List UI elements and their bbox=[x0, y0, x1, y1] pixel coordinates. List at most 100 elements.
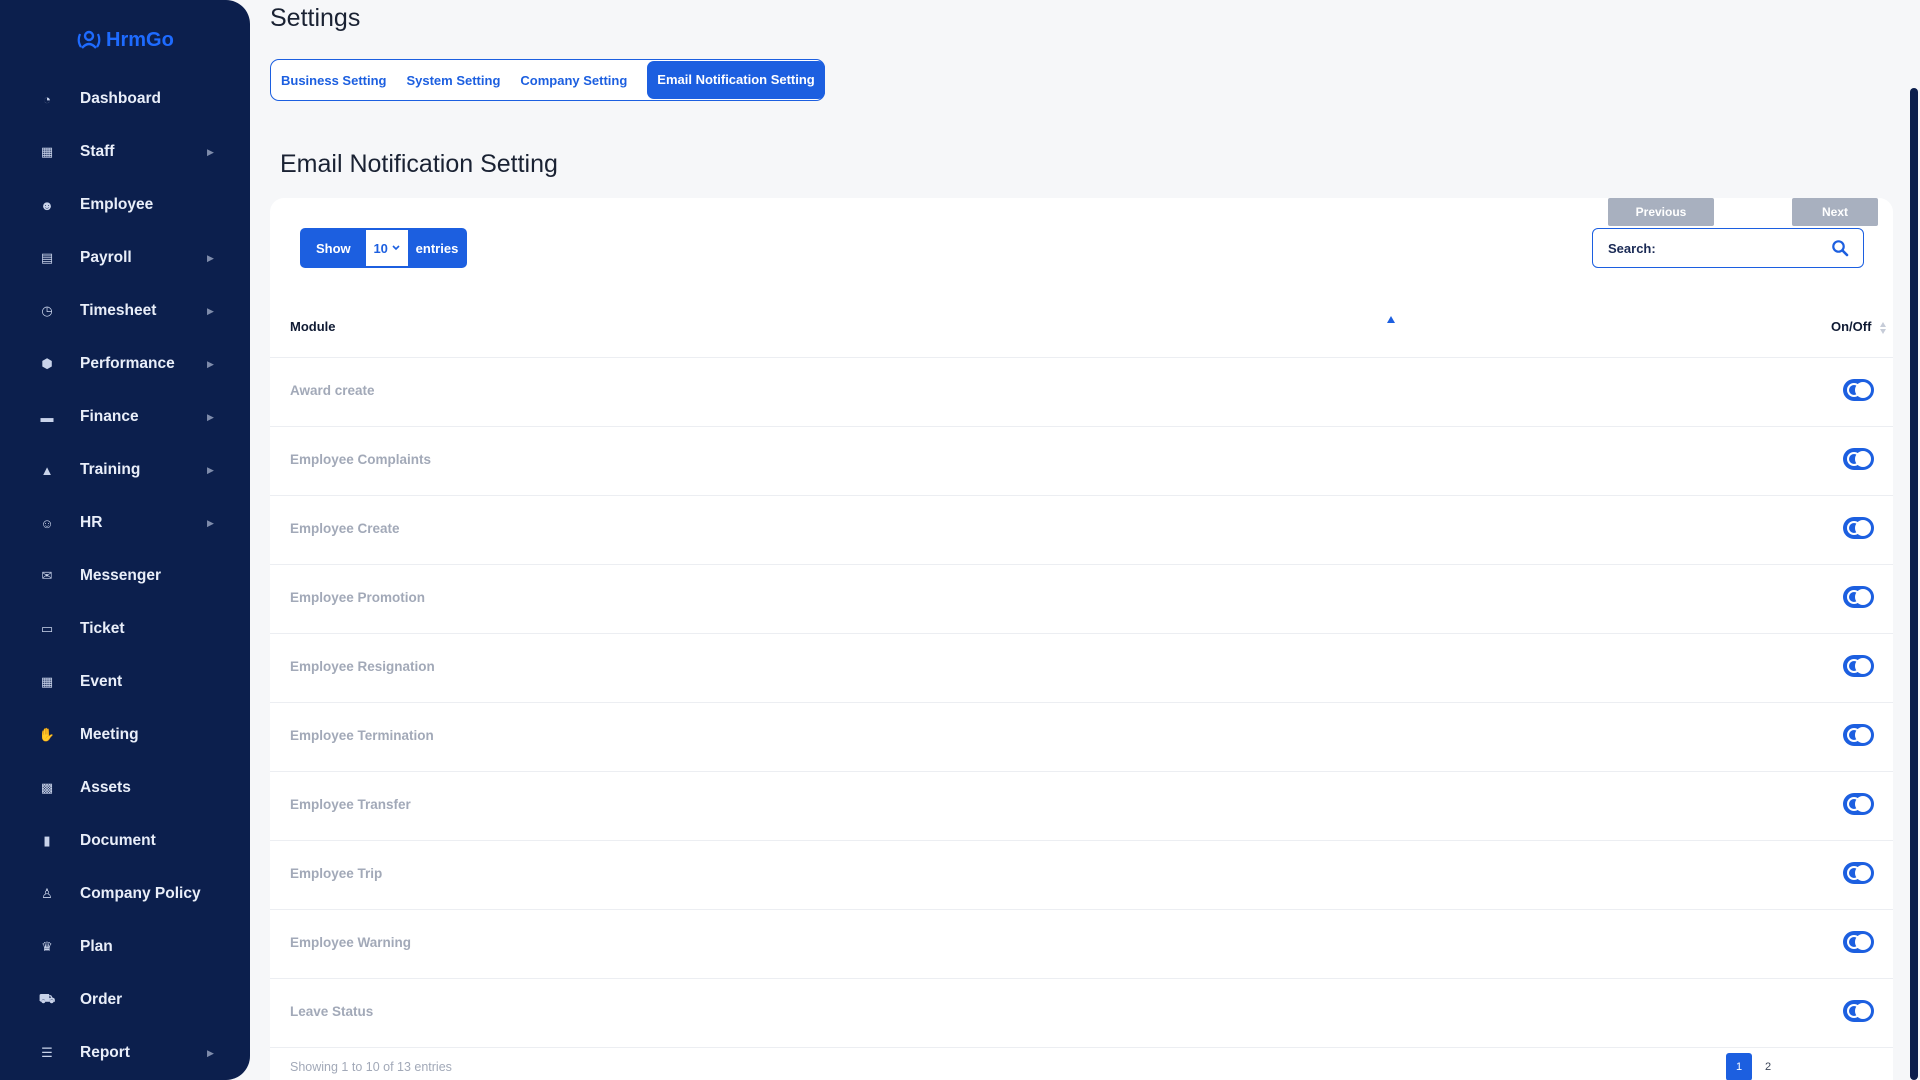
module-name: Employee Warning bbox=[290, 935, 412, 950]
sort-ascending-icon[interactable] bbox=[1387, 316, 1395, 323]
notification-toggle[interactable] bbox=[1843, 586, 1874, 608]
sidebar-item-timesheet[interactable]: ◷ Timesheet ▶ bbox=[0, 289, 250, 333]
next-button[interactable]: Next bbox=[1792, 198, 1878, 226]
sidebar-item-document[interactable]: ▮ Document bbox=[0, 819, 250, 863]
notification-toggle[interactable] bbox=[1843, 655, 1874, 677]
notification-toggle[interactable] bbox=[1843, 448, 1874, 470]
search-input[interactable]: Search: bbox=[1592, 228, 1864, 268]
wallet-icon: ▬ bbox=[40, 409, 54, 425]
sidebar: HrmGo ◔ Dashboard ▦ Staff ▶ ☻ Employee ▤ Payroll… bbox=[0, 0, 250, 1080]
page-title: Settings bbox=[270, 4, 361, 32]
users-icon: ☻ bbox=[40, 197, 54, 213]
clock-icon: ◷ bbox=[41, 303, 53, 318]
entries-select[interactable]: 10 bbox=[365, 230, 408, 266]
chevron-right-icon: ▶ bbox=[207, 464, 214, 475]
table-info: Showing 1 to 10 of 13 entries bbox=[290, 1060, 452, 1074]
tab-system-setting[interactable]: System Setting bbox=[406, 73, 510, 88]
toggle-knob bbox=[1855, 520, 1871, 536]
table-row: Leave Status bbox=[270, 979, 1893, 1048]
sidebar-item-event[interactable]: ▦ Event bbox=[0, 660, 250, 704]
scrollbar-thumb[interactable] bbox=[1910, 88, 1918, 1080]
sidebar-item-employee[interactable]: ☻ Employee bbox=[0, 183, 250, 227]
notification-toggle[interactable] bbox=[1843, 862, 1874, 884]
calculator-icon: ▩ bbox=[40, 780, 54, 795]
sidebar-item-messenger[interactable]: ✉ Messenger bbox=[0, 554, 250, 598]
sort-icon[interactable] bbox=[1880, 322, 1886, 336]
module-name: Employee Create bbox=[290, 521, 400, 536]
module-name: Employee Resignation bbox=[290, 659, 435, 674]
sidebar-item-staff[interactable]: ▦ Staff ▶ bbox=[0, 130, 250, 174]
sidebar-item-payroll[interactable]: ▤ Payroll ▶ bbox=[0, 236, 250, 280]
sidebar-item-company-policy[interactable]: ♙ Company Policy bbox=[0, 872, 250, 916]
sidebar-item-meeting[interactable]: ✋ Meeting bbox=[0, 713, 250, 757]
page-scrollbar[interactable] bbox=[1908, 0, 1920, 1080]
notification-toggle[interactable] bbox=[1843, 1000, 1874, 1022]
toggle-knob bbox=[1855, 589, 1871, 605]
notification-toggle[interactable] bbox=[1843, 517, 1874, 539]
sidebar-item-label: Employee bbox=[80, 196, 154, 213]
sidebar-item-label: Event bbox=[80, 673, 123, 690]
module-name: Employee Trip bbox=[290, 866, 383, 881]
sidebar-item-training[interactable]: ▲ Training ▶ bbox=[0, 448, 250, 492]
sidebar-item-hr[interactable]: ☺ HR ▶ bbox=[0, 501, 250, 545]
page-2-button[interactable]: 2 bbox=[1760, 1053, 1776, 1080]
table-row: Employee Complaints bbox=[270, 427, 1893, 496]
toggle-knob bbox=[1855, 1003, 1871, 1019]
module-name: Employee Complaints bbox=[290, 452, 432, 467]
sidebar-item-label: HR bbox=[80, 514, 103, 531]
page-1-button[interactable]: 1 bbox=[1726, 1053, 1752, 1080]
sidebar-item-label: Assets bbox=[80, 779, 131, 796]
sidebar-item-plan[interactable]: ♛ Plan bbox=[0, 925, 250, 969]
notification-toggle[interactable] bbox=[1843, 793, 1874, 815]
chevron-right-icon: ▶ bbox=[207, 358, 214, 369]
notification-toggle[interactable] bbox=[1843, 931, 1874, 953]
module-name: Employee Termination bbox=[290, 728, 434, 743]
notification-toggle[interactable] bbox=[1843, 724, 1874, 746]
entries-length-control: Show 10 entries bbox=[300, 228, 467, 268]
sidebar-item-label: Timesheet bbox=[80, 302, 157, 319]
previous-button[interactable]: Previous bbox=[1608, 198, 1714, 226]
staff-icon: ▦ bbox=[40, 144, 54, 159]
chevron-right-icon: ▶ bbox=[207, 411, 214, 422]
sidebar-item-dashboard[interactable]: ◔ Dashboard bbox=[0, 77, 250, 121]
module-name: Employee Transfer bbox=[290, 797, 411, 812]
sidebar-item-label: Performance bbox=[80, 355, 175, 372]
toggle-knob bbox=[1855, 451, 1871, 467]
column-header-module[interactable]: Module bbox=[290, 319, 336, 334]
sidebar-item-finance[interactable]: ▬ Finance ▶ bbox=[0, 395, 250, 439]
entries-label: entries bbox=[415, 240, 459, 256]
toggle-knob bbox=[1855, 658, 1871, 674]
calendar-icon: ▦ bbox=[40, 674, 54, 689]
sidebar-item-assets[interactable]: ▩ Assets bbox=[0, 766, 250, 810]
search-icon[interactable] bbox=[1831, 239, 1849, 257]
toggle-knob bbox=[1855, 727, 1871, 743]
sidebar-item-performance[interactable]: ⬢ Performance ▶ bbox=[0, 342, 250, 386]
tab-email-notification-setting[interactable]: Email Notification Setting bbox=[647, 61, 825, 99]
notification-toggle[interactable] bbox=[1843, 379, 1874, 401]
table-row: Employee Resignation bbox=[270, 634, 1893, 703]
search-label: Search: bbox=[1608, 240, 1656, 256]
table-row: Employee Warning bbox=[270, 910, 1893, 979]
sidebar-item-label: Meeting bbox=[80, 726, 139, 743]
file-icon: ▮ bbox=[43, 833, 51, 848]
trophy-icon: ♛ bbox=[41, 939, 53, 954]
show-label: Show bbox=[316, 240, 351, 256]
tab-company-setting[interactable]: Company Setting bbox=[520, 73, 637, 88]
sidebar-item-label: Finance bbox=[80, 408, 139, 425]
chevron-right-icon: ▶ bbox=[207, 305, 214, 316]
sidebar-item-label: Ticket bbox=[80, 620, 125, 637]
sidebar-item-report[interactable]: ☰ Report ▶ bbox=[0, 1031, 250, 1075]
sidebar-item-label: Training bbox=[80, 461, 141, 478]
column-header-onoff[interactable]: On/Off bbox=[1831, 319, 1871, 334]
table-header: Module On/Off bbox=[270, 298, 1893, 358]
sidebar-item-order[interactable]: ⛟ Order bbox=[0, 978, 250, 1022]
sidebar-item-label: Payroll bbox=[80, 249, 132, 266]
sidebar-item-label: Order bbox=[80, 991, 123, 1008]
module-name: Leave Status bbox=[290, 1004, 374, 1019]
toggle-knob bbox=[1855, 934, 1871, 950]
tab-business-setting[interactable]: Business Setting bbox=[281, 73, 396, 88]
sidebar-item-ticket[interactable]: ▭ Ticket bbox=[0, 607, 250, 651]
table-row: Employee Termination bbox=[270, 703, 1893, 772]
app-logo[interactable]: HrmGo bbox=[76, 28, 174, 52]
handshake-icon: ✋ bbox=[38, 727, 56, 742]
